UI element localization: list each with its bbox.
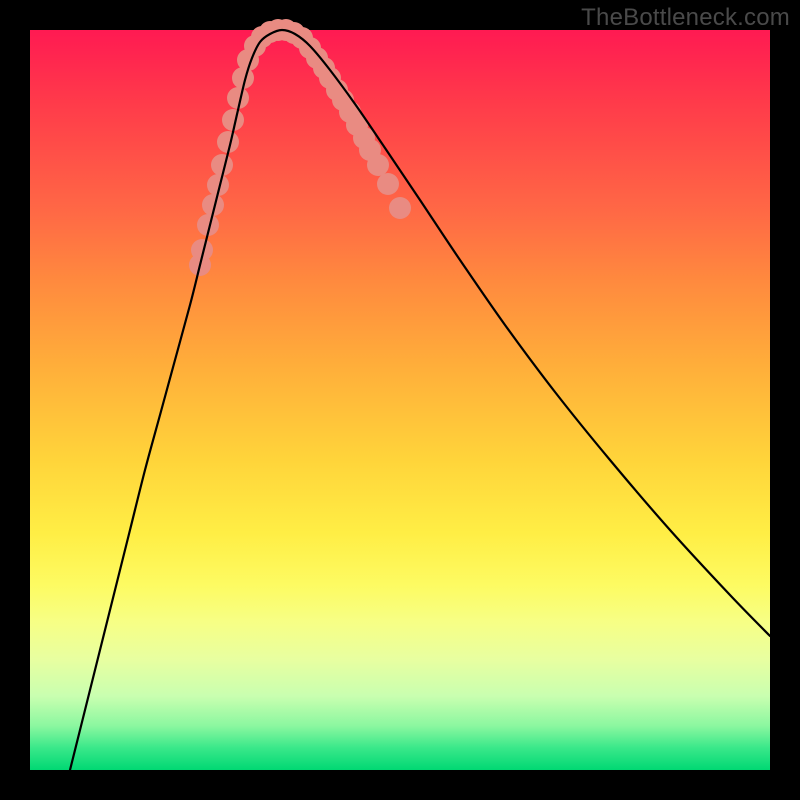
data-marker <box>367 154 389 176</box>
watermark-text: TheBottleneck.com <box>581 4 790 32</box>
bottleneck-curve-path <box>70 30 770 770</box>
data-marker <box>389 197 411 219</box>
chart-frame: TheBottleneck.com <box>0 0 800 800</box>
marker-group <box>189 19 411 276</box>
curve-svg <box>30 30 770 770</box>
data-marker <box>377 173 399 195</box>
plot-area <box>30 30 770 770</box>
